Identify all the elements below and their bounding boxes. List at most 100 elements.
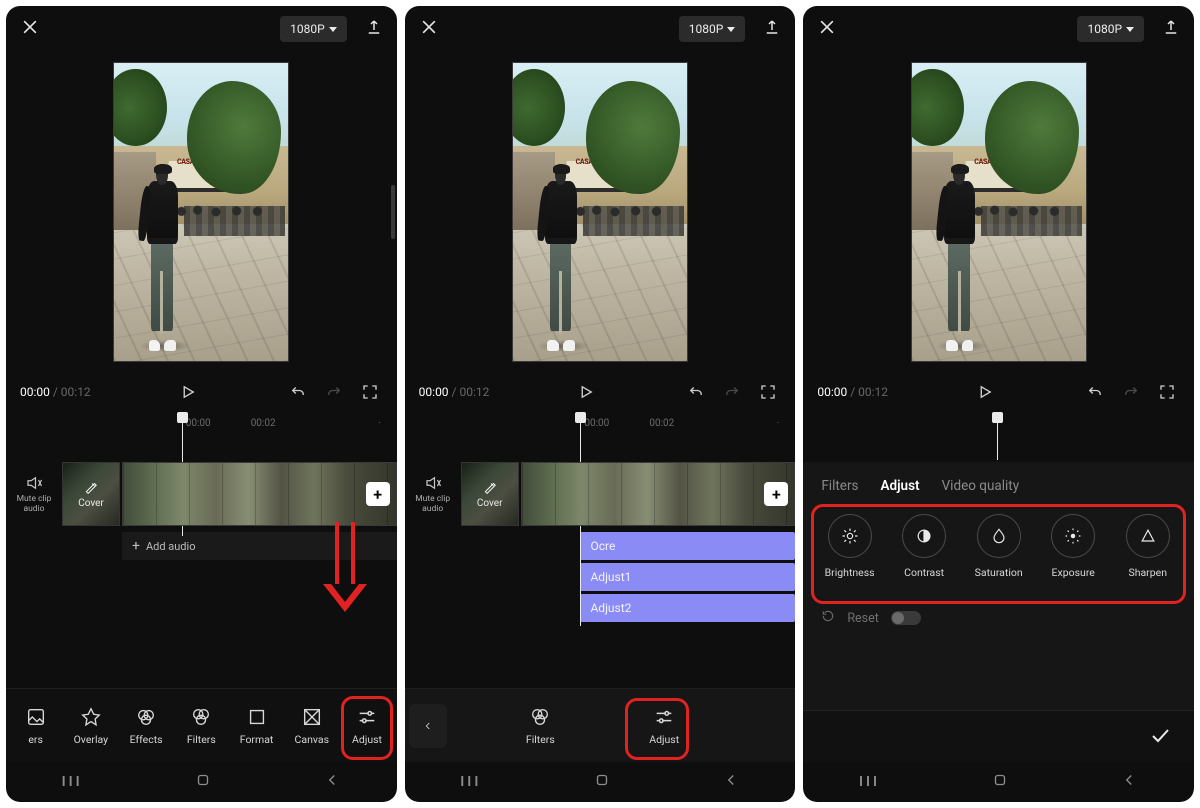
- video-preview[interactable]: CASA FON: [512, 62, 688, 362]
- chevron-down-icon: [1126, 27, 1134, 32]
- tool-filters[interactable]: Filters: [176, 706, 227, 746]
- resolution-dropdown[interactable]: 1080P: [1077, 16, 1144, 42]
- timeline-area[interactable]: 00:0000:02· Mute clip audio Cover +: [405, 412, 796, 688]
- nav-recents-icon[interactable]: III: [859, 774, 880, 790]
- chip-brightness[interactable]: Brightness: [817, 514, 882, 579]
- scrollbar[interactable]: [391, 185, 395, 239]
- android-nav-bar: III: [6, 762, 397, 802]
- timeline-area[interactable]: 00:0000:02· Mute clip audio Cover +: [6, 412, 397, 688]
- playhead[interactable]: [997, 416, 998, 460]
- adjust-properties-row: Brightness Contrast Saturation Exposure: [803, 508, 1194, 585]
- nav-home-icon[interactable]: [194, 771, 212, 793]
- time-display: 00:00 / 00:12: [817, 385, 888, 399]
- nav-recents-icon[interactable]: III: [62, 774, 83, 790]
- mini-ruler-area: [803, 412, 1194, 462]
- tab-filters[interactable]: Filters: [821, 478, 858, 494]
- transport-bar: 00:00 / 00:12: [405, 372, 796, 412]
- redo-icon[interactable]: [1118, 379, 1144, 405]
- fullscreen-icon[interactable]: [755, 379, 781, 405]
- adjust-panel-tabs: Filters Adjust Video quality: [803, 468, 1194, 508]
- tool-overlay[interactable]: Overlay: [65, 706, 116, 746]
- exposure-icon: [1051, 514, 1095, 558]
- close-icon[interactable]: [817, 17, 837, 41]
- plus-icon: +: [132, 538, 140, 554]
- nav-back-icon[interactable]: [1120, 771, 1138, 793]
- export-icon[interactable]: [763, 18, 781, 40]
- redo-icon[interactable]: [321, 379, 347, 405]
- tool-adjust[interactable]: Adjust: [341, 706, 392, 746]
- tool-adjust[interactable]: Adjust: [628, 706, 700, 746]
- transport-bar: 00:00 / 00:12: [803, 372, 1194, 412]
- tool-format[interactable]: Format: [231, 706, 282, 746]
- time-display: 00:00 / 00:12: [20, 385, 91, 399]
- adjust-track[interactable]: Adjust1: [580, 563, 795, 591]
- preview-area: CASA FON: [803, 52, 1194, 372]
- time-ruler: 00:0000:02·: [405, 412, 796, 438]
- fullscreen-icon[interactable]: [357, 379, 383, 405]
- export-icon[interactable]: [1162, 18, 1180, 40]
- chip-exposure[interactable]: Exposure: [1041, 514, 1106, 579]
- sharpen-icon: [1126, 514, 1170, 558]
- time-display: 00:00 / 00:12: [419, 385, 490, 399]
- reset-toggle[interactable]: [891, 611, 921, 625]
- close-icon[interactable]: [20, 17, 40, 41]
- mute-clip-audio-button[interactable]: Mute clip audio: [6, 462, 62, 526]
- chevron-down-icon: [329, 27, 337, 32]
- tab-video-quality[interactable]: Video quality: [942, 478, 1020, 494]
- tool-stickers-partial[interactable]: ers: [10, 706, 61, 746]
- play-icon[interactable]: [972, 379, 998, 405]
- panel-bottom-bar: [803, 710, 1194, 762]
- resolution-dropdown[interactable]: 1080P: [679, 16, 746, 42]
- redo-icon[interactable]: [719, 379, 745, 405]
- add-clip-button[interactable]: +: [764, 482, 788, 506]
- screen-2: 1080P CASA FON 00:00 / 00:1: [405, 6, 796, 802]
- video-clip[interactable]: +: [122, 462, 397, 526]
- cover-button[interactable]: Cover: [62, 462, 120, 526]
- chip-contrast[interactable]: Contrast: [892, 514, 957, 579]
- chip-saturation[interactable]: Saturation: [966, 514, 1031, 579]
- fullscreen-icon[interactable]: [1154, 379, 1180, 405]
- undo-icon[interactable]: [285, 379, 311, 405]
- reset-label[interactable]: Reset: [847, 611, 879, 626]
- screen-1: 1080P CASA FON: [6, 6, 397, 802]
- toolbar-back-button[interactable]: [409, 704, 447, 748]
- tab-adjust[interactable]: Adjust: [881, 478, 920, 494]
- chip-sharpen[interactable]: Sharpen: [1115, 514, 1180, 579]
- add-audio-row[interactable]: + Add audio: [122, 532, 397, 560]
- undo-icon[interactable]: [1082, 379, 1108, 405]
- play-icon[interactable]: [175, 379, 201, 405]
- nav-back-icon[interactable]: [323, 771, 341, 793]
- adjust-track[interactable]: Adjust2: [580, 594, 795, 622]
- add-clip-button[interactable]: +: [366, 482, 390, 506]
- adjust-track[interactable]: Ocre: [580, 532, 795, 560]
- top-bar: 1080P: [803, 6, 1194, 52]
- resolution-dropdown[interactable]: 1080P: [280, 16, 347, 42]
- cover-button[interactable]: Cover: [461, 462, 519, 526]
- mute-clip-audio-button[interactable]: Mute clip audio: [405, 462, 461, 526]
- nav-recents-icon[interactable]: III: [460, 774, 481, 790]
- bottom-toolbar: ers Overlay Effects Filters Format Canva…: [6, 688, 397, 762]
- android-nav-bar: III: [803, 762, 1194, 802]
- tool-canvas[interactable]: Canvas: [286, 706, 337, 746]
- close-icon[interactable]: [419, 17, 439, 41]
- transport-bar: 00:00 / 00:12: [6, 372, 397, 412]
- resolution-label: 1080P: [689, 22, 724, 36]
- undo-icon[interactable]: [683, 379, 709, 405]
- video-clip[interactable]: +: [521, 462, 796, 526]
- chevron-down-icon: [727, 27, 735, 32]
- nav-home-icon[interactable]: [593, 771, 611, 793]
- video-preview[interactable]: CASA FON: [911, 62, 1087, 362]
- adjust-tracks: Ocre Adjust1 Adjust2: [580, 532, 795, 622]
- top-bar: 1080P: [6, 6, 397, 52]
- play-icon[interactable]: [573, 379, 599, 405]
- export-icon[interactable]: [365, 18, 383, 40]
- nav-back-icon[interactable]: [722, 771, 740, 793]
- video-preview[interactable]: CASA FON: [113, 62, 289, 362]
- top-bar: 1080P: [405, 6, 796, 52]
- confirm-icon[interactable]: [1148, 723, 1172, 751]
- tool-effects[interactable]: Effects: [120, 706, 171, 746]
- tool-filters[interactable]: Filters: [504, 706, 576, 746]
- android-nav-bar: III: [405, 762, 796, 802]
- contrast-icon: [902, 514, 946, 558]
- nav-home-icon[interactable]: [991, 771, 1009, 793]
